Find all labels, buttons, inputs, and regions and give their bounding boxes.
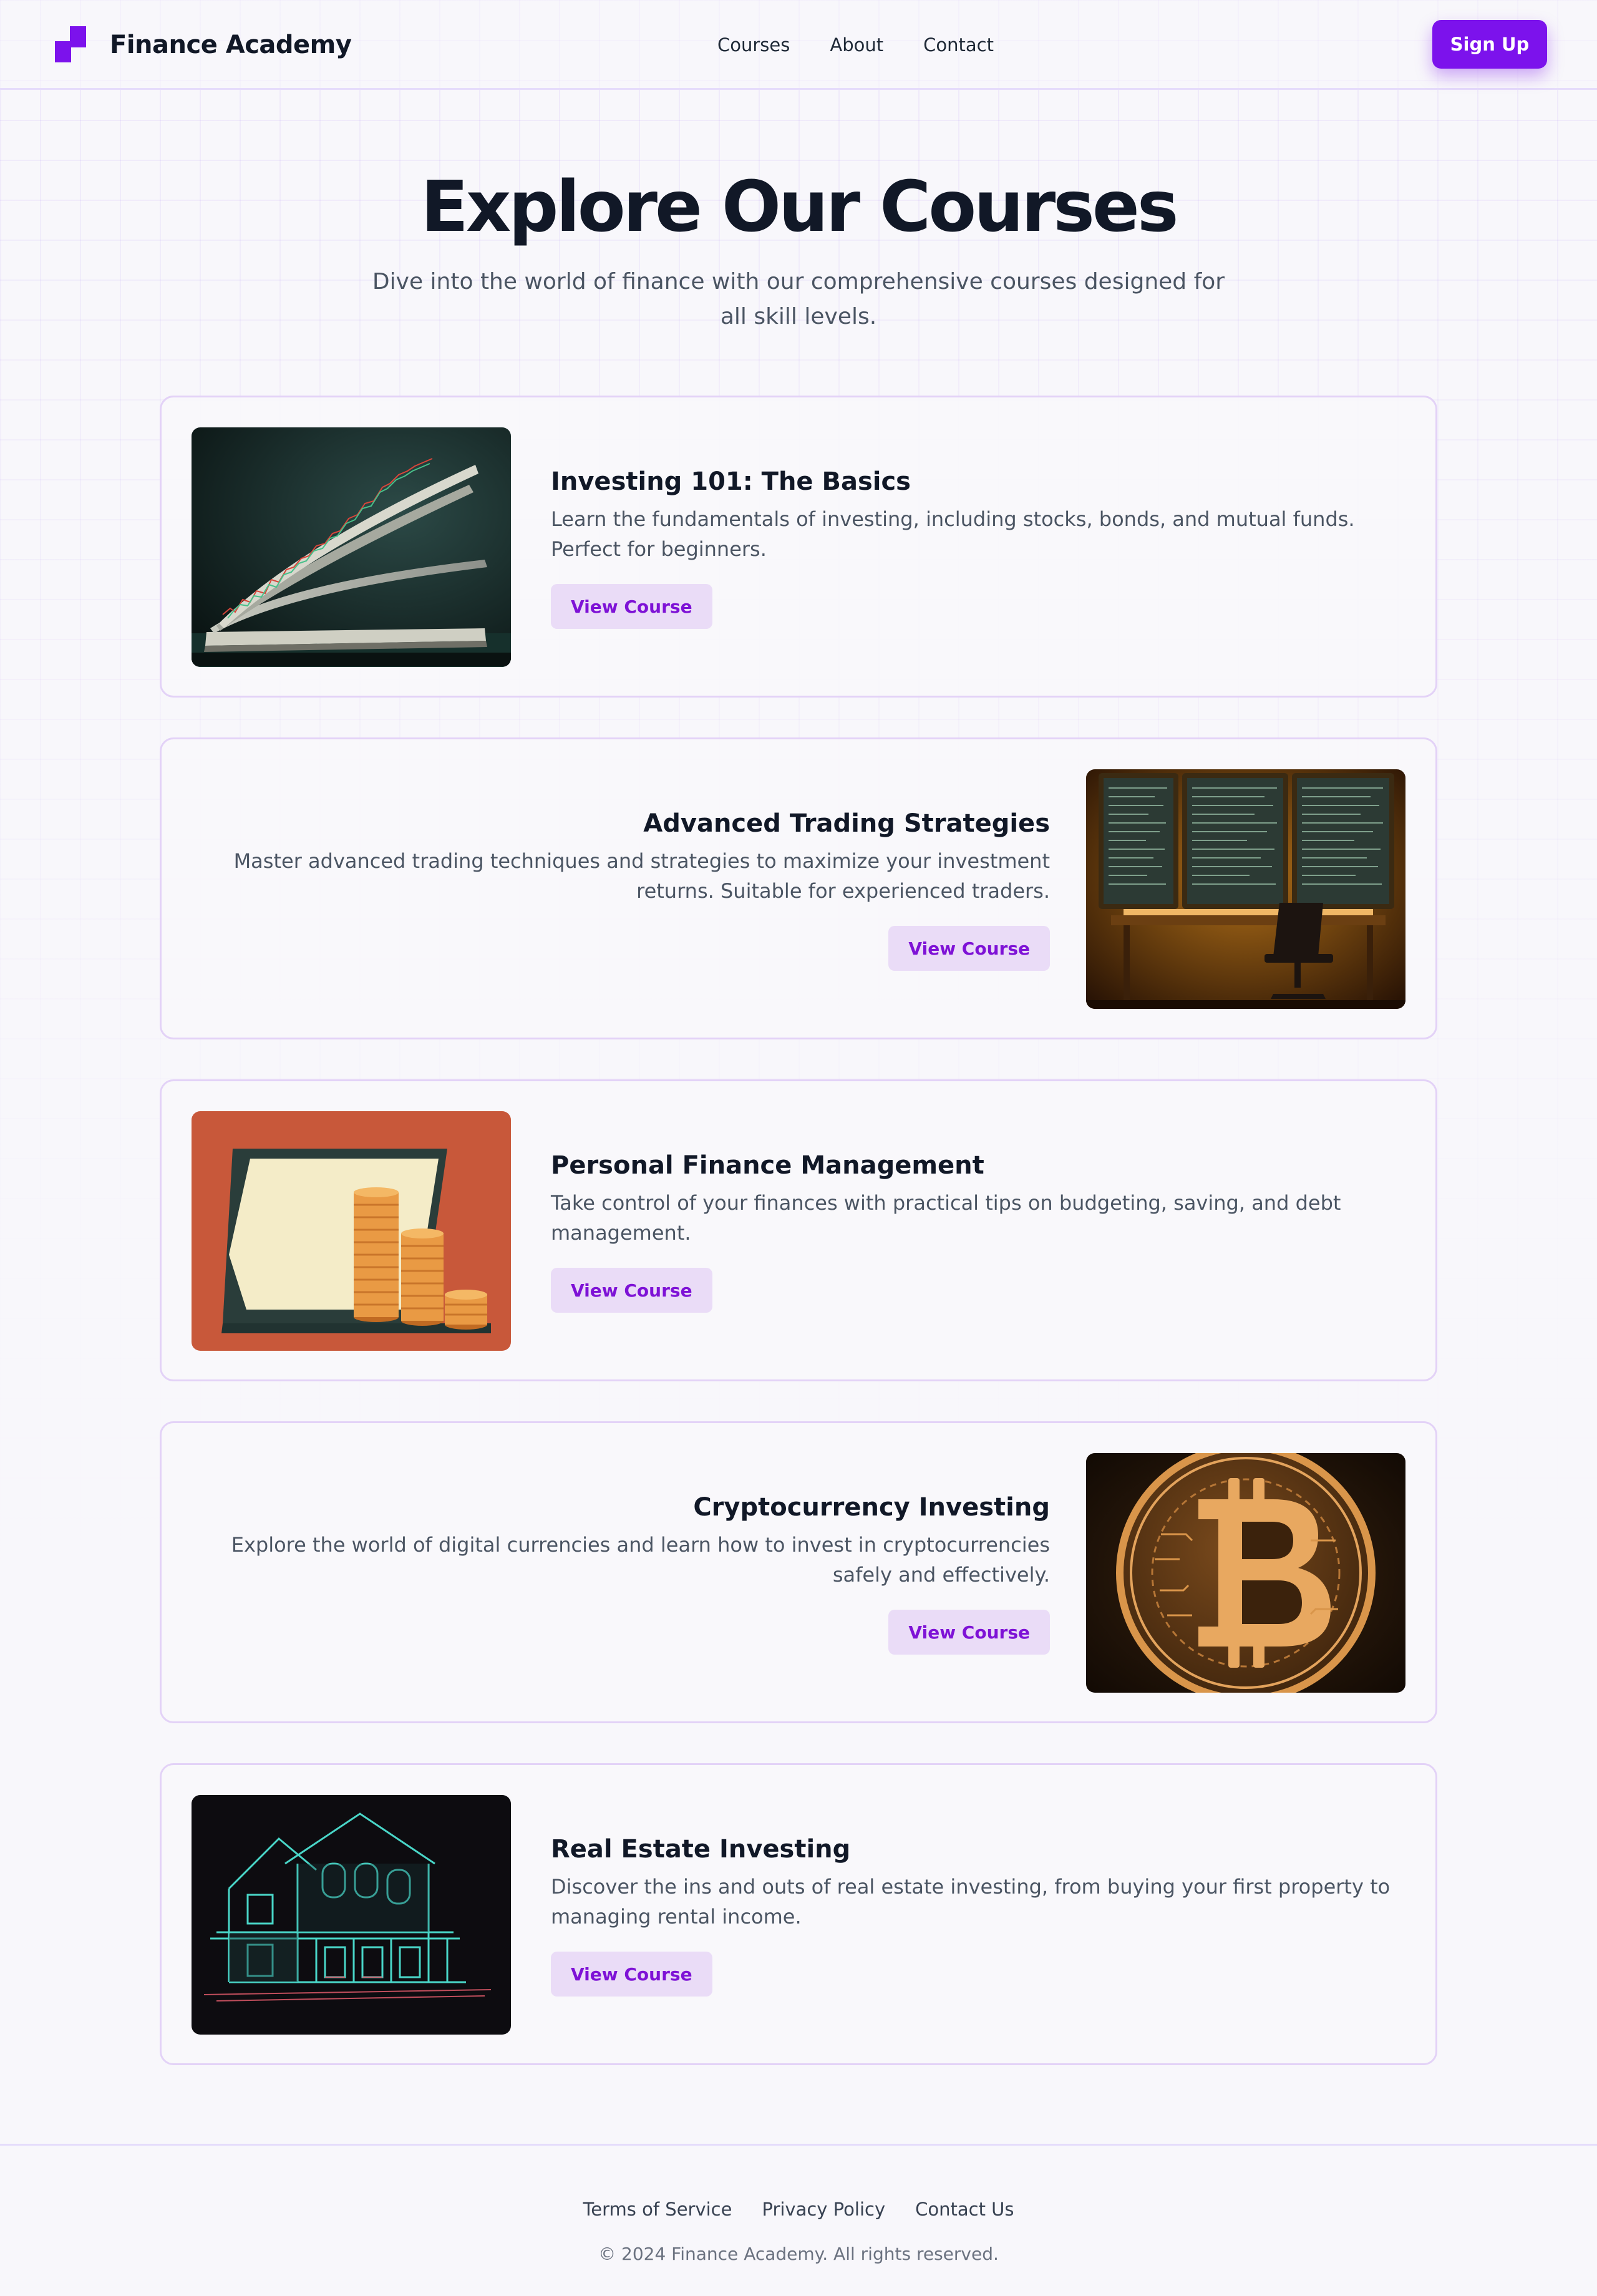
course-card-cryptocurrency: Cryptocurrency Investing Explore the wor… <box>160 1421 1437 1723</box>
course-title[interactable]: Personal Finance Management <box>551 1148 984 1183</box>
footer-link-contact[interactable]: Contact Us <box>915 2197 1014 2222</box>
page-footer: Terms of Service Privacy Policy Contact … <box>0 2144 1597 2296</box>
course-description: Explore the world of digital currencies … <box>231 1533 1050 1587</box>
nav-link-contact[interactable]: Contact <box>923 32 994 57</box>
view-course-button[interactable]: View Course <box>888 926 1050 971</box>
view-course-button[interactable]: View Course <box>888 1610 1050 1655</box>
course-image-bitcoin <box>1086 1453 1405 1693</box>
course-image-trading-desk <box>1086 769 1405 1009</box>
footer-link-privacy[interactable]: Privacy Policy <box>762 2197 885 2222</box>
view-course-button[interactable]: View Course <box>551 584 712 629</box>
course-content: Advanced Trading Strategies Master advan… <box>192 739 1050 1038</box>
footer-link-terms[interactable]: Terms of Service <box>583 2197 732 2222</box>
course-description: Take control of your finances with pract… <box>551 1191 1341 1245</box>
view-course-button[interactable]: View Course <box>551 1952 712 1997</box>
course-content: Investing 101: The Basics Learn the fund… <box>551 397 1409 696</box>
nav-link-about[interactable]: About <box>830 32 883 57</box>
course-description: Master advanced trading techniques and s… <box>233 849 1050 903</box>
course-content: Personal Finance Management Take control… <box>551 1081 1409 1379</box>
course-title[interactable]: Cryptocurrency Investing <box>693 1490 1050 1525</box>
course-card-advanced-trading: Advanced Trading Strategies Master advan… <box>160 737 1437 1039</box>
view-course-button[interactable]: View Course <box>551 1268 712 1313</box>
top-navbar: Finance Academy Courses About Contact Si… <box>0 0 1597 90</box>
course-description: Learn the fundamentals of investing, inc… <box>551 507 1355 561</box>
course-title[interactable]: Real Estate Investing <box>551 1832 850 1867</box>
course-card-personal-finance: Personal Finance Management Take control… <box>160 1079 1437 1381</box>
course-content: Cryptocurrency Investing Explore the wor… <box>192 1423 1050 1721</box>
copyright-text: © 2024 Finance Academy. All rights reser… <box>598 2244 999 2264</box>
course-image-neon-house <box>192 1795 511 2035</box>
course-card-investing-101: Investing 101: The Basics Learn the fund… <box>160 396 1437 698</box>
sign-up-button[interactable]: Sign Up <box>1432 20 1547 69</box>
finance-academy-logo-icon[interactable] <box>55 26 86 62</box>
main-nav: Courses About Contact <box>717 32 994 57</box>
footer-links: Terms of Service Privacy Policy Contact … <box>0 2197 1597 2222</box>
course-image-book-chart <box>192 427 511 667</box>
page-subtitle: Dive into the world of finance with our … <box>372 269 1225 329</box>
nav-link-courses[interactable]: Courses <box>717 32 790 57</box>
course-description: Discover the ins and outs of real estate… <box>551 1875 1391 1929</box>
course-title[interactable]: Advanced Trading Strategies <box>643 806 1050 841</box>
brand-name[interactable]: Finance Academy <box>110 27 352 62</box>
course-image-tablet-coins <box>192 1111 511 1351</box>
course-title[interactable]: Investing 101: The Basics <box>551 464 911 499</box>
course-content: Real Estate Investing Discover the ins a… <box>551 1765 1409 2063</box>
course-card-real-estate: Real Estate Investing Discover the ins a… <box>160 1763 1437 2065</box>
page-title: Explore Our Courses <box>420 167 1178 248</box>
